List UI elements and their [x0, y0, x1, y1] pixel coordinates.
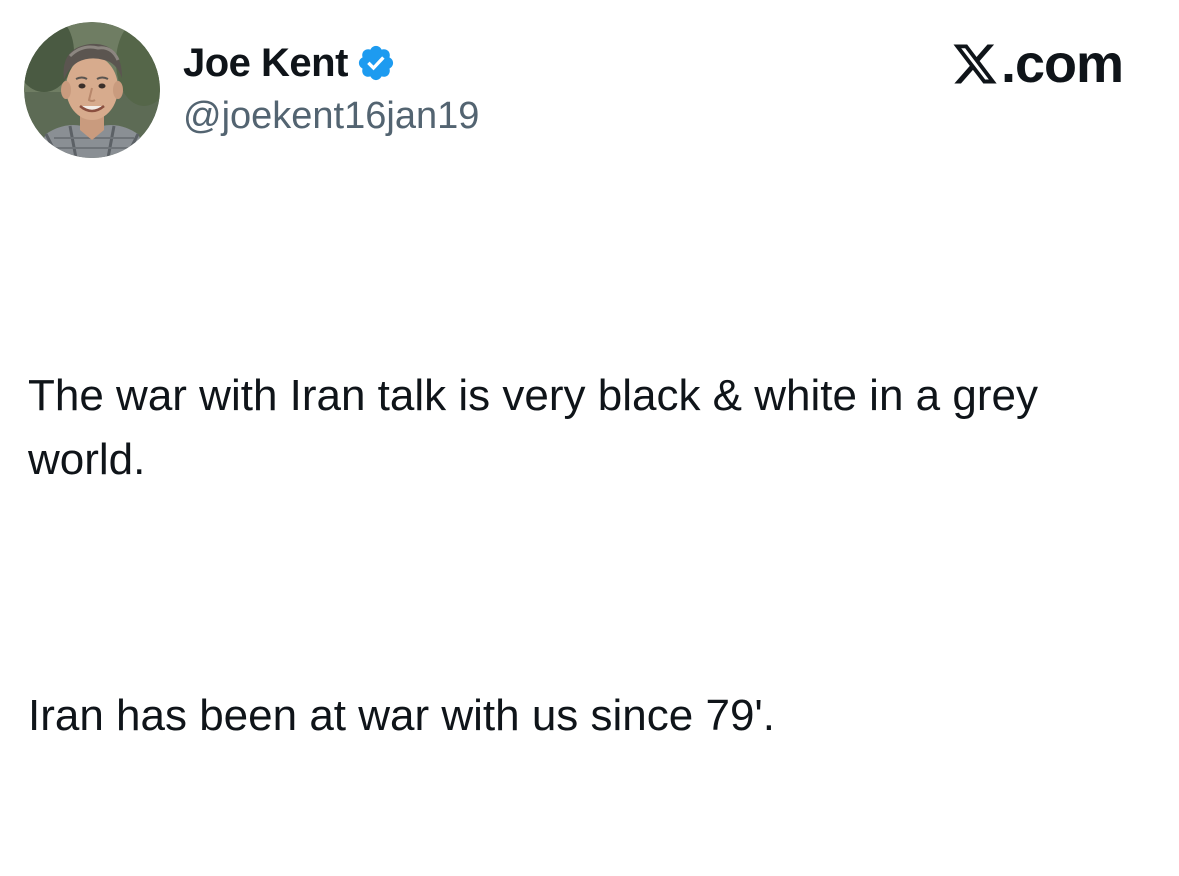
tweet-paragraph: Iran has been at war with us since 79'. — [28, 691, 776, 740]
author-name-row: Joe Kent — [183, 38, 396, 88]
author-handle[interactable]: @joekent16jan19 — [183, 92, 479, 140]
brand-logo: .com — [951, 34, 1124, 94]
brand-suffix: .com — [1000, 34, 1124, 94]
verified-badge-icon[interactable] — [356, 43, 396, 83]
author-display-name[interactable]: Joe Kent — [183, 38, 348, 88]
tweet-card: Joe Kent @joekent16jan19 .com The war wi… — [0, 0, 1179, 740]
tweet-text: The war with Iran talk is very black & w… — [28, 236, 1148, 876]
tweet-paragraph: The war with Iran talk is very black & w… — [28, 371, 1051, 484]
profile-photo — [24, 22, 160, 158]
x-logo-icon — [951, 40, 1001, 88]
avatar[interactable] — [24, 22, 160, 158]
